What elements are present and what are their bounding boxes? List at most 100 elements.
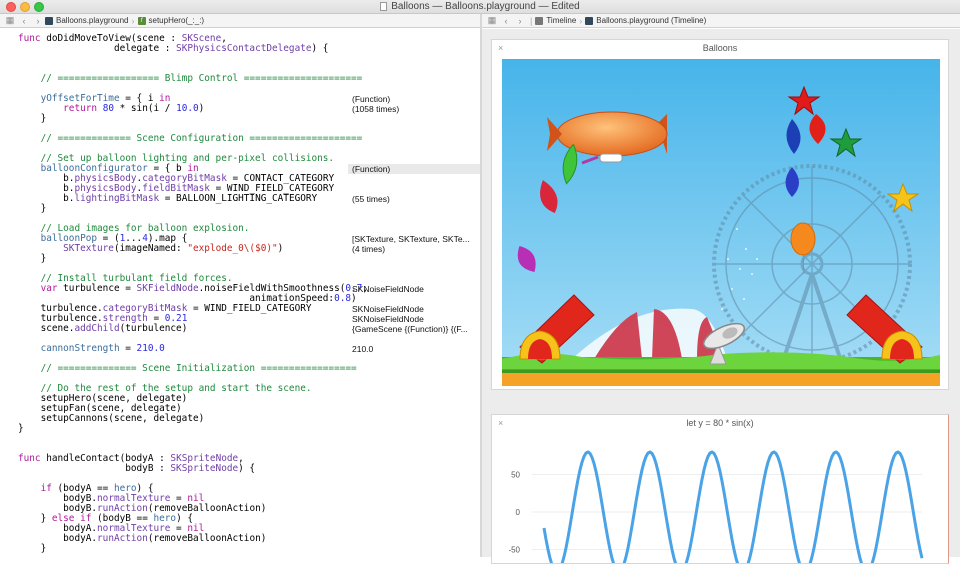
code-token: // ============= Scene Configuration ===… — [18, 133, 363, 144]
code-line[interactable]: delegate : SKPhysicsContactDelegate) { — [18, 44, 368, 54]
code-token: (imageNamed: — [113, 243, 188, 254]
code-line[interactable]: b.lightingBitMask = BALLOON_LIGHTING_CAT… — [18, 194, 368, 204]
forward-button[interactable]: › — [513, 16, 527, 26]
code-token: scene. — [18, 323, 75, 334]
code-token: ) { — [238, 463, 256, 474]
code-token: cannonStrength — [40, 343, 120, 354]
y-tick-label: -50 — [508, 546, 520, 555]
timeline-icon — [535, 16, 544, 25]
code-line[interactable] — [18, 434, 368, 444]
related-items-icon[interactable]: ▦ — [485, 15, 499, 26]
code-token: SKTexture — [63, 243, 114, 254]
scene-live-view: × Balloons — [491, 39, 949, 390]
code-token: } — [18, 543, 47, 554]
window-title-text: Balloons — Balloons.playground — Edited — [391, 1, 580, 12]
code-token: = — [119, 343, 137, 354]
code-token: ) — [277, 243, 284, 254]
jump-bar-timeline-file[interactable]: Balloons.playground (Timeline) — [596, 16, 706, 25]
code-line[interactable]: cannonStrength = 210.0 — [18, 344, 368, 354]
code-token: ) { — [311, 43, 329, 54]
code-token: = BALLOON_LIGHTING_CATEGORY — [159, 193, 318, 204]
code-token: (turbulence) — [119, 323, 188, 334]
code-token: addChild — [74, 323, 120, 334]
result-value[interactable]: {GameScene {(Function)} {(F... — [352, 324, 478, 334]
jump-bar-separator: › — [579, 15, 583, 26]
code-line[interactable]: } — [18, 114, 368, 124]
code-token: 210.0 — [136, 343, 165, 354]
code-token: SKSpriteNode — [170, 463, 239, 474]
code-token: "explode_0\($0)" — [187, 243, 278, 254]
window-title: Balloons — Balloons.playground — Edited — [0, 1, 960, 12]
code-line[interactable]: scene.addChild(turbulence) — [18, 324, 368, 334]
code-token: bodyB : — [18, 463, 171, 474]
back-button[interactable]: ‹ — [499, 16, 513, 26]
ground — [502, 372, 940, 386]
code-line[interactable]: return 80 * sin(i / 10.0) — [18, 104, 368, 114]
code-line[interactable] — [18, 54, 368, 64]
code-token: 10.0 — [176, 103, 199, 114]
code-line[interactable]: bodyB : SKSpriteNode) { — [18, 464, 368, 474]
back-button[interactable]: ‹ — [17, 16, 31, 26]
result-value[interactable]: (1058 times) — [352, 104, 478, 114]
document-icon — [380, 2, 388, 11]
code-listing[interactable]: func doDidMoveToView(scene : SKScene, de… — [18, 34, 368, 554]
result-value[interactable]: SKNoiseFieldNode — [352, 314, 478, 324]
code-token: } — [18, 113, 47, 124]
window-titlebar: Balloons — Balloons.playground — Edited — [0, 0, 960, 14]
code-token: SKPhysicsContactDelegate — [176, 43, 312, 54]
code-token: = WIND_FIELD_CATEGORY — [187, 303, 312, 314]
code-token: // ================== Blimp Control ====… — [18, 73, 363, 84]
timeline-assistant: × Balloons × let y = 80 * sin(x) 50 0 -5… — [482, 29, 960, 564]
jump-bar-file[interactable]: Balloons.playground — [56, 16, 129, 25]
code-token: runAction — [97, 533, 148, 544]
code-line[interactable]: // ================== Blimp Control ====… — [18, 74, 368, 84]
code-token: ) — [198, 103, 205, 114]
code-token: ) — [351, 293, 357, 304]
result-value[interactable]: (4 times) — [352, 244, 478, 254]
result-value[interactable]: (Function) — [352, 164, 478, 174]
code-line[interactable]: } — [18, 204, 368, 214]
code-token: 0.8 — [334, 293, 352, 304]
code-token: * sin(i / — [113, 103, 177, 114]
code-line[interactable]: } — [18, 254, 368, 264]
code-line[interactable]: } — [18, 424, 368, 434]
playground-file-icon — [585, 16, 594, 25]
jump-bar-separator: | — [530, 15, 533, 26]
code-token: 80 — [102, 103, 114, 114]
code-token: (removeBalloonAction) — [147, 533, 267, 544]
code-line[interactable]: SKTexture(imageNamed: "explode_0\($0)") — [18, 244, 368, 254]
jump-bar-function[interactable]: setupHero(_:_:) — [149, 16, 205, 25]
code-token: return — [63, 103, 98, 114]
series-line — [542, 450, 924, 563]
function-icon: f — [137, 16, 146, 25]
result-value[interactable]: 210.0 — [352, 344, 478, 354]
timeline-jump-bar: ▦ ‹ › | Timeline › Balloons.playground (… — [482, 14, 960, 28]
graph-title: let y = 80 * sin(x) — [686, 418, 754, 428]
y-tick-label: 50 — [511, 471, 520, 480]
code-line[interactable]: // ============= Scene Configuration ===… — [18, 134, 368, 144]
sine-chart: 50 0 -50 — [508, 450, 924, 563]
code-line[interactable]: bodyA.runAction(removeBalloonAction) — [18, 534, 368, 544]
code-line[interactable]: } — [18, 544, 368, 554]
code-token: setupCannons(scene, delegate) — [18, 413, 205, 424]
y-tick-label: 0 — [516, 508, 521, 517]
playground-file-icon — [45, 16, 53, 25]
code-token: // ============== Scene Initialization =… — [18, 363, 357, 374]
code-line[interactable]: // ============== Scene Initialization =… — [18, 364, 368, 374]
code-token: lightingBitMask — [74, 193, 160, 204]
ground-edge — [502, 370, 940, 373]
jump-bar-timeline[interactable]: Timeline — [546, 16, 576, 25]
forward-button[interactable]: › — [31, 16, 45, 26]
result-value[interactable]: SKNoiseFieldNode — [352, 304, 478, 314]
code-token: } — [18, 423, 24, 434]
result-value[interactable]: [SKTexture, SKTexture, SKTe... — [352, 234, 478, 244]
code-line[interactable]: setupCannons(scene, delegate) — [18, 414, 368, 424]
editor-jump-bar: ▦ ‹ › Balloons.playground › f setupHero(… — [0, 14, 480, 28]
result-value[interactable]: (55 times) — [352, 194, 478, 204]
jump-bar-separator: › — [131, 15, 135, 26]
balloons-scene — [502, 59, 940, 386]
result-value[interactable]: (Function) — [352, 94, 478, 104]
related-items-icon[interactable]: ▦ — [3, 15, 17, 26]
result-value[interactable]: SKNoiseFieldNode — [352, 284, 478, 294]
